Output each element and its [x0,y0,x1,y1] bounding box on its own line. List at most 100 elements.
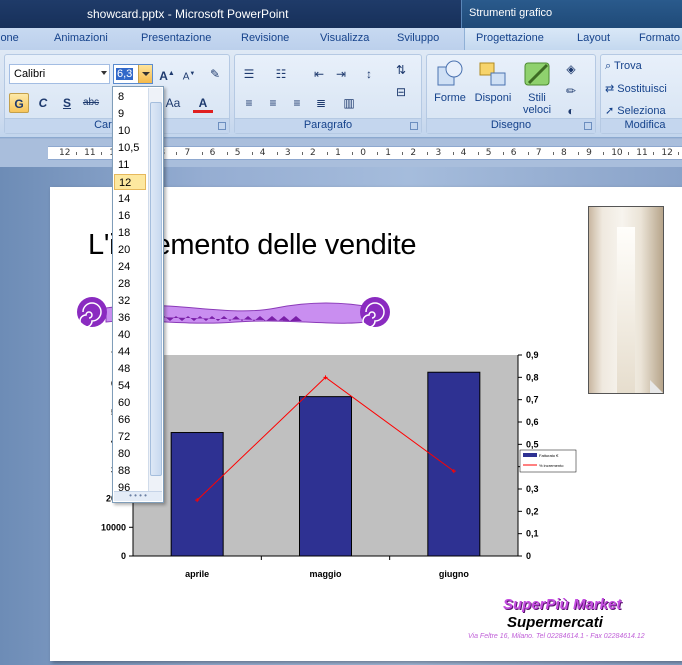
font-size-option[interactable]: 48 [114,361,146,377]
text-direction-icon[interactable]: ⇅ [391,60,411,80]
dialog-launcher-icon[interactable] [218,122,226,130]
ruler-label: 11 [636,148,648,158]
chevron-down-icon[interactable] [101,71,107,75]
dialog-launcher-icon[interactable] [584,122,592,130]
y-left-tick-label: 10000 [101,522,126,532]
ruler-tick [477,152,479,155]
ruler-label: 2 [310,148,316,158]
bullets-icon[interactable]: ☰ [239,64,259,84]
font-size-option[interactable]: 72 [114,429,146,445]
font-size-option[interactable]: 16 [114,208,146,224]
replace-label: Sostituisci [617,83,667,95]
tab-view[interactable]: Visualizza [320,32,369,44]
y-right-tick-label: 0,8 [526,372,539,382]
tab-chart-design[interactable]: Progettazione [476,32,544,44]
select-button[interactable]: ➚ Seleziona [605,104,666,117]
bar [427,371,481,557]
font-size-option[interactable]: 8 [114,89,146,105]
ruler-tick [76,152,77,155]
font-size-option[interactable]: 12 [114,174,146,190]
shapes-button[interactable]: Forme [431,59,469,104]
align-center-icon[interactable]: ≡ [263,93,283,113]
ruler-tick [377,152,379,155]
aisle-lane [617,227,635,393]
change-case-button[interactable]: Aa [163,93,183,113]
shape-fill-icon[interactable]: ◈ [561,59,581,79]
replace-button[interactable]: ⇄ Sostituisci [605,82,667,95]
grow-font-icon[interactable]: A▲ [157,64,177,84]
ruler-tick [452,152,454,155]
font-size-option[interactable]: 36 [114,310,146,326]
columns-icon[interactable]: ▥ [339,93,359,113]
font-size-option[interactable]: 20 [114,242,146,258]
ruler-label: 9 [586,148,592,158]
font-size-dropdown-button[interactable] [138,65,152,83]
font-size-option[interactable]: 32 [114,293,146,309]
tab-review[interactable]: Revisione [241,32,289,44]
legend-label: Fatturato € [539,453,559,458]
ruler-tick [226,152,228,155]
font-size-option[interactable]: 40 [114,327,146,343]
justify-icon[interactable]: ≣ [311,93,331,113]
tab-design[interactable]: ione [0,32,19,44]
find-button[interactable]: ⌕ Trova [605,60,642,73]
ruler-tick [301,152,303,155]
font-name-combo[interactable]: Calibri [9,64,110,84]
ruler-tick [276,152,278,155]
align-text-icon[interactable]: ⊟ [391,82,411,102]
ruler-label: 10 [611,148,623,158]
align-left-icon[interactable]: ≡ [239,93,259,113]
tab-animations[interactable]: Animazioni [54,32,108,44]
ruler-tick [201,152,203,155]
supermarket-photo[interactable] [588,206,664,394]
numbering-icon[interactable]: ☷ [271,64,291,84]
line-spacing-icon[interactable]: ↕ [359,64,379,84]
shrink-font-icon[interactable]: A▼ [179,64,199,84]
shape-outline-icon[interactable]: ✏ [561,81,581,101]
tab-chart-layout[interactable]: Layout [577,32,610,44]
clear-formatting-icon[interactable]: ✎ [205,64,225,84]
font-size-option[interactable]: 44 [114,344,146,360]
font-size-option[interactable]: 80 [114,446,146,462]
ruler-label: 3 [284,148,291,158]
arrange-button[interactable]: Disponi [473,59,513,104]
font-size-option[interactable]: 66 [114,412,146,428]
italic-button[interactable]: C [33,93,53,113]
ruler-label: 7 [535,148,542,158]
dropdown-scrollbar[interactable] [148,88,162,491]
font-color-button[interactable]: A [193,93,213,113]
font-size-option[interactable]: 88 [114,463,146,479]
y-right-tick-label: 0 [526,551,531,561]
font-size-option[interactable]: 54 [114,378,146,394]
font-size-combo[interactable]: 6,3 [113,64,153,84]
arrange-label: Disponi [474,92,512,104]
cursor-icon: ➚ [605,105,615,117]
bold-button[interactable]: G [9,93,29,113]
dialog-launcher-icon[interactable] [410,122,418,130]
font-size-option[interactable]: 18 [114,225,146,241]
font-size-option[interactable]: 14 [114,191,146,207]
ruler-tick [251,152,253,155]
decrease-indent-icon[interactable]: ⇤ [309,64,329,84]
font-size-option[interactable]: 28 [114,276,146,292]
font-size-option[interactable]: 96 [114,480,146,496]
font-size-option[interactable]: 11 [114,157,146,173]
strikethrough-button[interactable]: abc [81,93,101,113]
font-size-option[interactable]: 10 [114,123,146,139]
paragraph-group: ☰ ☷ ⇤ ⇥ ↕ ⇅ ⊟ ≡ ≡ ≡ ≣ ▥ Paragrafo [234,54,422,134]
font-size-option[interactable]: 9 [114,106,146,122]
font-size-option[interactable]: 60 [114,395,146,411]
tab-slideshow[interactable]: Presentazione [141,32,211,44]
underline-button[interactable]: S [57,93,77,113]
font-size-option[interactable]: 24 [114,259,146,275]
increase-indent-icon[interactable]: ⇥ [331,64,351,84]
quick-styles-button[interactable]: Stili veloci [517,59,557,116]
ruler-label: 12 [59,148,71,158]
tab-chart-format[interactable]: Formato [639,32,680,44]
align-right-icon[interactable]: ≡ [287,93,307,113]
scrollbar-thumb[interactable] [150,102,162,476]
ruler-tick [578,152,579,155]
tab-developer[interactable]: Sviluppo [397,32,439,44]
font-size-option[interactable]: 10,5 [114,140,146,156]
font-size-dropdown[interactable]: • • • • 8 9 10 10,5 11 12 14 16 18 20 24 28 32 36 40 44… [112,86,164,503]
